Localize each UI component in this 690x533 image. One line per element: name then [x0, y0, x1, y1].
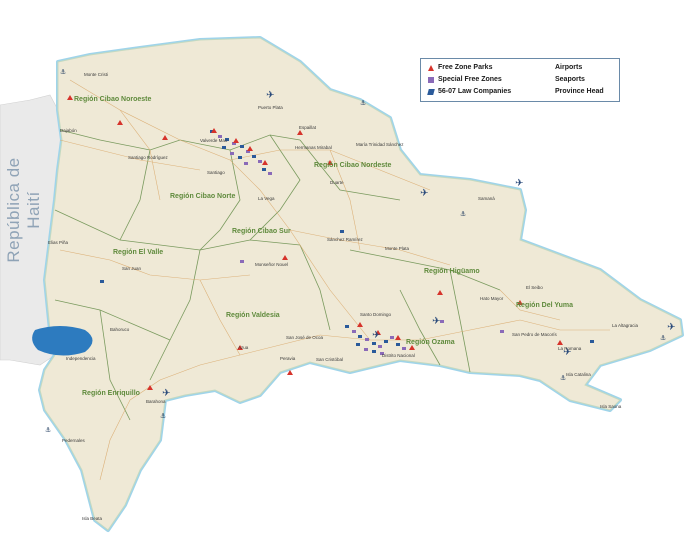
svg-text:⚓: ⚓ [460, 210, 466, 218]
place-label: María Trinidad Sánchez [356, 142, 404, 147]
svg-text:✈: ✈ [372, 330, 380, 341]
legend-item-airports: Airports [555, 64, 582, 71]
place-label: Isla Saona [600, 404, 622, 409]
legend-label: Special Free Zones [438, 76, 502, 83]
svg-text:✈: ✈ [432, 316, 440, 327]
place-label: La Altagracia [612, 323, 639, 328]
svg-text:✈: ✈ [515, 178, 523, 189]
place-label: Santiago [207, 170, 225, 175]
legend-item-seaports: Seaports [555, 76, 585, 83]
legend-item-free-zone-parks: Free Zone Parks [428, 64, 492, 71]
legend-label: Airports [555, 64, 583, 71]
place-label: Isla Beata [82, 516, 103, 521]
place-label: Peravia [280, 356, 296, 361]
region-label-el-valle: Región El Valle [113, 249, 164, 256]
place-label: Pedernales [62, 438, 85, 443]
place-label: Isla Catalina [566, 372, 591, 377]
place-label: Santo Domingo [360, 312, 392, 317]
place-label: Hermanas Mirabal [295, 145, 332, 150]
law-company-icon [427, 88, 435, 95]
legend-label: Free Zone Parks [438, 64, 493, 71]
legend-label: Seaports [555, 76, 585, 83]
free-zone-park-icon [428, 64, 434, 71]
svg-text:⚓: ⚓ [60, 68, 66, 76]
legend-item-province-head: Province Head [555, 88, 604, 95]
place-label: San Pedro de Macorís [512, 332, 557, 337]
place-label: Elias Piña [48, 240, 69, 245]
place-label: La Vega [258, 196, 275, 201]
place-label: Monseñor Nouel [255, 262, 289, 267]
svg-text:⚓: ⚓ [660, 334, 666, 342]
map-legend: Free Zone Parks Special Free Zones 56-07… [420, 58, 620, 102]
region-label-cibao-noroeste: Región Cibao Noroeste [74, 96, 152, 103]
svg-text:⚓: ⚓ [45, 426, 51, 434]
region-label-ozama: Región Ozama [406, 339, 455, 346]
legend-item-special-free-zones: Special Free Zones [428, 76, 502, 83]
place-label: Hato Mayor [480, 296, 504, 301]
svg-text:⚓: ⚓ [360, 99, 366, 107]
haiti-label: República de Haití [4, 157, 43, 263]
region-label-valdesia: Región Valdesia [226, 312, 280, 319]
place-label: San José de Ocoa [286, 335, 324, 340]
place-label: El Seibo [526, 285, 543, 290]
place-label: San Juan [122, 266, 142, 271]
region-label-cibao-norte: Región Cibao Norte [170, 193, 236, 200]
place-label: Distrito Nacional [382, 353, 415, 358]
lake-enriquillo [32, 326, 93, 356]
svg-text:⚓: ⚓ [160, 412, 166, 420]
place-label: Santiago Rodríguez [128, 155, 168, 160]
region-label-del-yuma: Región Del Yuma [516, 302, 574, 309]
place-label: Sánchez Ramírez [327, 237, 363, 242]
legend-label: Province Head [555, 88, 604, 95]
legend-label: 56-07 Law Companies [438, 88, 512, 95]
region-label-enriquillo: Región Enriquillo [82, 390, 140, 397]
special-free-zone-icon [428, 76, 434, 83]
place-label: Duarte [330, 180, 344, 185]
place-label: Valverde Mao [200, 138, 228, 143]
svg-text:✈: ✈ [667, 322, 675, 333]
place-label: Azua [238, 345, 249, 350]
region-label-cibao-nordeste: Región Cibao Nordeste [314, 162, 392, 169]
place-label: Puerto Plata [258, 105, 283, 110]
place-label: Bahoruco [110, 327, 130, 332]
place-label: San Cristóbal [316, 357, 344, 362]
land-outline [39, 37, 683, 531]
svg-text:✈: ✈ [420, 188, 428, 199]
region-label-cibao-sur: Región Cibao Sur [232, 228, 291, 235]
place-label: La Romana [558, 346, 582, 351]
place-label: Espaillat [299, 125, 317, 130]
svg-text:✈: ✈ [162, 388, 170, 399]
place-label: Barahona [146, 399, 166, 404]
place-label: Monte Plata [385, 246, 410, 251]
place-label: Monte Cristi [84, 72, 109, 77]
region-label-higuamo: Región Higüamo [424, 268, 480, 275]
place-label: Independencia [66, 356, 96, 361]
place-label: Dajabón [60, 128, 77, 133]
svg-text:✈: ✈ [266, 90, 274, 101]
place-label: Samaná [478, 196, 495, 201]
legend-item-law-companies: 56-07 Law Companies [427, 88, 512, 95]
